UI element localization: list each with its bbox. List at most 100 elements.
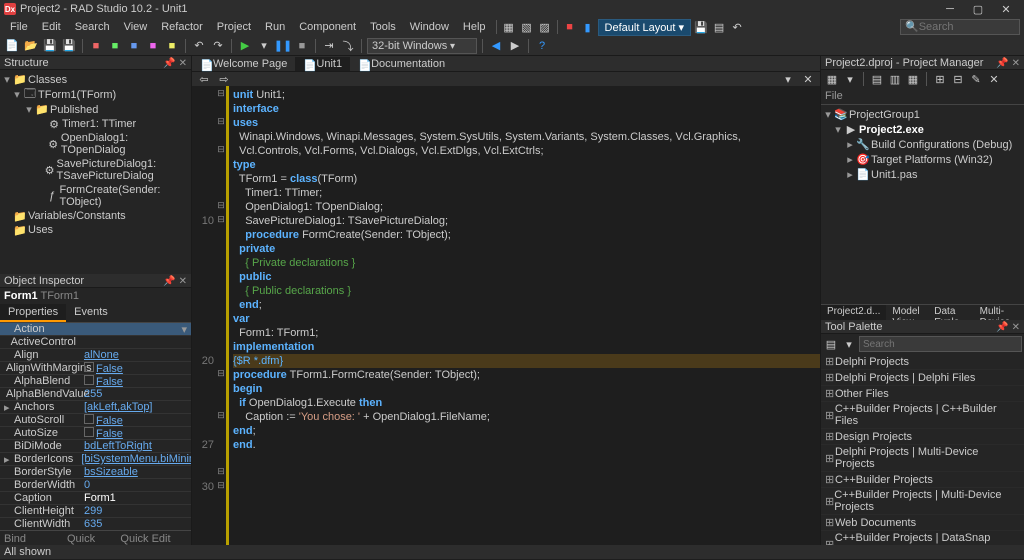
code-line[interactable]: public bbox=[233, 270, 820, 284]
run-dropdown-icon[interactable]: ▾ bbox=[256, 38, 272, 54]
palette-category[interactable]: ⊞C++Builder Projects | Multi-Device Proj… bbox=[821, 488, 1024, 515]
menu-run[interactable]: Run bbox=[259, 19, 291, 35]
code-line[interactable]: Vcl.Controls, Vcl.Forms, Vcl.Dialogs, Vc… bbox=[233, 144, 820, 158]
platform-select[interactable]: 32-bit Windows ▾ bbox=[367, 38, 477, 54]
saveall-icon[interactable]: 💾 bbox=[61, 38, 77, 54]
open-icon[interactable]: 📂 bbox=[23, 38, 39, 54]
save-layout-icon[interactable]: 💾 bbox=[693, 19, 709, 35]
code-line[interactable]: end; bbox=[233, 424, 820, 438]
prop-row[interactable]: AlphaBlendValue255 bbox=[0, 388, 191, 401]
prop-row[interactable]: BorderWidth0 bbox=[0, 479, 191, 492]
prop-row[interactable]: AlignalNone bbox=[0, 349, 191, 362]
redo-icon[interactable]: ↷ bbox=[210, 38, 226, 54]
code-line[interactable]: uses bbox=[233, 116, 820, 130]
code-line[interactable]: interface bbox=[233, 102, 820, 116]
prop-row[interactable]: CaptionForm1 bbox=[0, 492, 191, 505]
tree-node[interactable]: ⚙Timer1: TTimer bbox=[2, 117, 189, 131]
code-line[interactable]: {$R *.dfm} bbox=[233, 354, 820, 368]
maximize-button[interactable]: ▢ bbox=[964, 3, 992, 16]
prop-row[interactable]: AlphaBlendFalse bbox=[0, 375, 191, 388]
code-line[interactable]: Timer1: TTimer; bbox=[233, 186, 820, 200]
pin-icon[interactable]: 📌 bbox=[996, 58, 1008, 69]
tb-icon[interactable]: ▧ bbox=[519, 19, 535, 35]
tree-node[interactable]: ⚙SavePictureDialog1: TSavePictureDialog bbox=[2, 157, 189, 183]
palette-category[interactable]: ⊞Delphi Projects | Multi-Device Projects bbox=[821, 445, 1024, 472]
stop-icon[interactable]: ■ bbox=[294, 38, 310, 54]
palette-category[interactable]: ⊞Design Projects bbox=[821, 429, 1024, 445]
dropdown-icon[interactable]: ▾ bbox=[780, 71, 796, 87]
close-panel-icon[interactable]: ✕ bbox=[179, 58, 187, 69]
pm-tb-icon[interactable]: ⊟ bbox=[951, 71, 965, 87]
palette-category[interactable]: ⊞Delphi Projects bbox=[821, 354, 1024, 370]
tb-icon[interactable]: ■ bbox=[145, 38, 161, 54]
tree-node[interactable]: ƒFormCreate(Sender: TObject) bbox=[2, 183, 189, 209]
tree-node[interactable]: ▸📄Unit1.pas bbox=[823, 167, 1022, 182]
tree-node[interactable]: ▸🎯Target Platforms (Win32) bbox=[823, 152, 1022, 167]
code-line[interactable]: Form1: TForm1; bbox=[233, 326, 820, 340]
pause-icon[interactable]: ❚❚ bbox=[275, 38, 291, 54]
tree-node[interactable]: ▸🔧Build Configurations (Debug) bbox=[823, 137, 1022, 152]
prop-row[interactable]: AutoSizeFalse bbox=[0, 427, 191, 440]
save-icon[interactable]: 💾 bbox=[42, 38, 58, 54]
minimize-button[interactable]: ─ bbox=[936, 3, 964, 15]
editor-tab[interactable]: 📄Welcome Page bbox=[192, 57, 295, 71]
tab-events[interactable]: Events bbox=[66, 304, 116, 322]
back-icon[interactable]: ◀ bbox=[488, 38, 504, 54]
tree-node[interactable]: ▾📚ProjectGroup1 bbox=[823, 107, 1022, 122]
code-line[interactable]: TForm1 = class(TForm) bbox=[233, 172, 820, 186]
pin-icon[interactable]: 📌 bbox=[163, 276, 175, 287]
close-panel-icon[interactable]: ✕ bbox=[179, 276, 187, 287]
close-panel-icon[interactable]: ✕ bbox=[1012, 322, 1020, 333]
tree-node[interactable]: 📁Uses bbox=[2, 223, 189, 237]
prop-row[interactable]: ▸BorderIcons[biSystemMenu,biMinimize,biM… bbox=[0, 453, 191, 466]
code-line[interactable]: OpenDialog1: TOpenDialog; bbox=[233, 200, 820, 214]
tb-icon[interactable]: ▨ bbox=[537, 19, 553, 35]
palette-category[interactable]: ⊞Other Files bbox=[821, 386, 1024, 402]
ide-search[interactable] bbox=[900, 19, 1020, 35]
pm-tb-icon[interactable]: ▤ bbox=[870, 71, 884, 87]
code-line[interactable]: var bbox=[233, 312, 820, 326]
menu-file[interactable]: File bbox=[4, 19, 34, 35]
layout-icon[interactable]: ▤ bbox=[711, 19, 727, 35]
help-icon[interactable]: ? bbox=[534, 38, 550, 54]
code-line[interactable]: procedure TForm1.FormCreate(Sender: TObj… bbox=[233, 368, 820, 382]
nav-fwd-icon[interactable]: ⇨ bbox=[216, 71, 232, 87]
code-line[interactable]: if OpenDialog1.Execute then bbox=[233, 396, 820, 410]
step-icon[interactable]: ⤵ bbox=[340, 38, 356, 54]
code-line[interactable]: procedure FormCreate(Sender: TObject); bbox=[233, 228, 820, 242]
prop-row[interactable]: AutoScrollFalse bbox=[0, 414, 191, 427]
prop-row[interactable]: ClientHeight299 bbox=[0, 505, 191, 518]
pm-tb-icon[interactable]: ⊞ bbox=[933, 71, 947, 87]
tab-properties[interactable]: Properties bbox=[0, 304, 66, 322]
editor-tab[interactable]: 📄Documentation bbox=[350, 57, 453, 71]
pm-tab[interactable]: Project2.d... bbox=[821, 305, 886, 320]
tb-icon[interactable]: ■ bbox=[126, 38, 142, 54]
step-icon[interactable]: ⇥ bbox=[321, 38, 337, 54]
menu-edit[interactable]: Edit bbox=[36, 19, 67, 35]
menu-refactor[interactable]: Refactor bbox=[155, 19, 209, 35]
pm-tb-icon[interactable]: ✕ bbox=[987, 71, 1001, 87]
code-line[interactable]: unit Unit1; bbox=[233, 88, 820, 102]
palette-category[interactable]: ⊞Delphi Projects | Delphi Files bbox=[821, 370, 1024, 386]
tree-node[interactable]: 📁Variables/Constants bbox=[2, 209, 189, 223]
menu-tools[interactable]: Tools bbox=[364, 19, 402, 35]
palette-category[interactable]: ⊞Web Documents bbox=[821, 515, 1024, 531]
prop-row[interactable]: BiDiModebdLeftToRight bbox=[0, 440, 191, 453]
tb-icon[interactable]: ▦ bbox=[501, 19, 517, 35]
menu-project[interactable]: Project bbox=[211, 19, 257, 35]
pm-tb-icon[interactable]: ▦ bbox=[906, 71, 920, 87]
tree-node[interactable]: ⚙OpenDialog1: TOpenDialog bbox=[2, 131, 189, 157]
prop-row[interactable]: ▸Anchors[akLeft,akTop] bbox=[0, 401, 191, 414]
run-icon[interactable]: ▶ bbox=[237, 38, 253, 54]
tree-node[interactable]: ▾▶Project2.exe bbox=[823, 122, 1022, 137]
menu-search[interactable]: Search bbox=[69, 19, 116, 35]
palette-search[interactable] bbox=[859, 336, 1022, 352]
code-line[interactable]: { Public declarations } bbox=[233, 284, 820, 298]
code-line[interactable]: private bbox=[233, 242, 820, 256]
code-line[interactable]: Caption := 'You chose: ' + OpenDialog1.F… bbox=[233, 410, 820, 424]
pal-cfg-icon[interactable]: ▤ bbox=[823, 336, 839, 352]
prop-row[interactable]: ActiveControl bbox=[0, 336, 191, 349]
undo-layout-icon[interactable]: ↶ bbox=[729, 19, 745, 35]
close-tab-icon[interactable]: ✕ bbox=[800, 71, 816, 87]
inspector-selection[interactable]: Form1 TForm1 bbox=[0, 288, 191, 304]
